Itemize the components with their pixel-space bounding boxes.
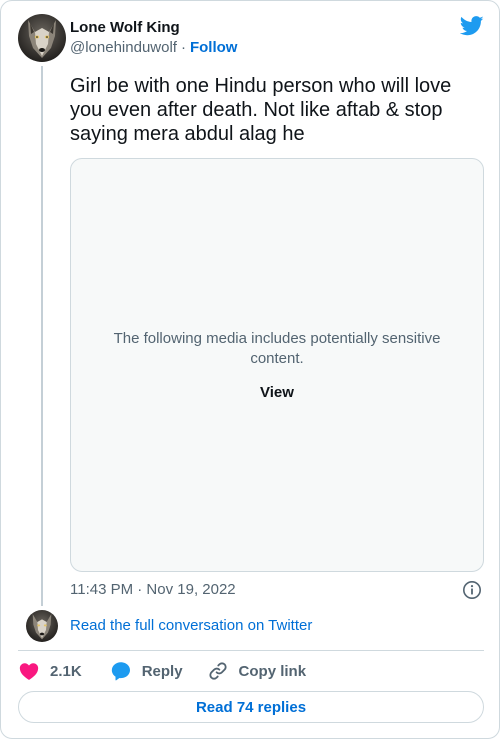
- tweet-card: Lone Wolf King @lonehinduwolf · Follow Gir…: [0, 0, 500, 739]
- author-handle-line: @lonehinduwolf · Follow: [70, 39, 237, 56]
- read-replies-button[interactable]: Read 74 replies: [18, 691, 484, 723]
- reply-button[interactable]: Reply: [110, 660, 183, 682]
- follow-button[interactable]: Follow: [190, 39, 238, 56]
- reply-label: Reply: [141, 662, 183, 680]
- tweet-timestamp[interactable]: 11:43 PM · Nov 19, 2022: [70, 581, 236, 598]
- copy-link-button[interactable]: Copy link: [207, 660, 307, 682]
- author-handle[interactable]: @lonehinduwolf: [70, 39, 177, 56]
- sensitive-media-placeholder[interactable]: The following media includes potentially…: [70, 158, 484, 572]
- thread-line: [41, 66, 43, 606]
- speech-bubble-icon: [111, 662, 130, 681]
- heart-icon: [19, 663, 39, 680]
- author-name[interactable]: Lone Wolf King: [70, 19, 180, 36]
- divider: [18, 650, 484, 651]
- action-bar: 2.1K Reply Copy link: [18, 658, 330, 684]
- sensitive-media-warning: The following media includes potentially…: [113, 330, 441, 367]
- copy-link-label: Copy link: [238, 662, 307, 680]
- link-icon: [208, 662, 227, 680]
- separator-dot: ·: [180, 39, 186, 56]
- conversation-avatar[interactable]: [26, 610, 58, 642]
- info-icon[interactable]: [462, 580, 482, 600]
- read-conversation-link[interactable]: Read the full conversation on Twitter: [70, 617, 312, 634]
- tweet-text: Girl be with one Hindu person who will l…: [70, 75, 452, 145]
- like-count: 2.1K: [50, 662, 82, 680]
- view-media-button[interactable]: View: [71, 384, 483, 401]
- twitter-bird-icon[interactable]: [460, 16, 484, 36]
- like-button[interactable]: 2.1K: [18, 660, 82, 682]
- author-avatar[interactable]: [18, 14, 66, 62]
